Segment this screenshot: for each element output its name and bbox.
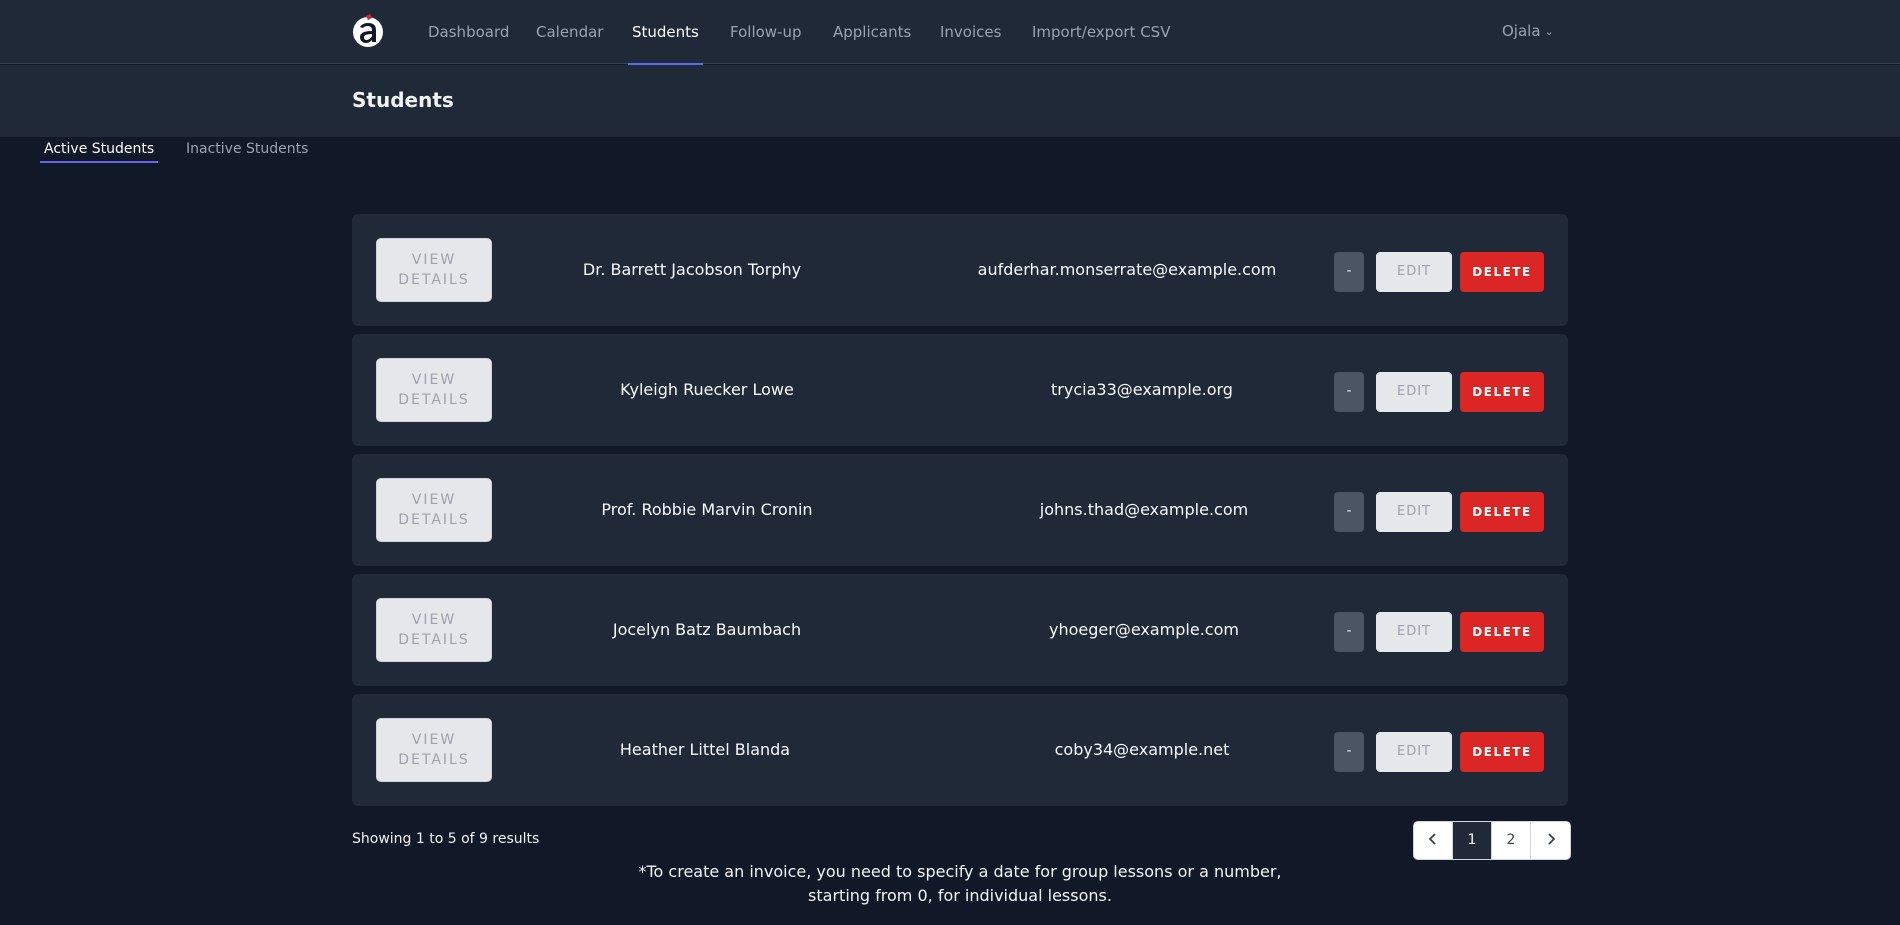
student-email: coby34@example.net	[1054, 740, 1230, 759]
tab-inactive-students[interactable]: Inactive Students	[182, 141, 312, 161]
chevron-right-icon	[1547, 833, 1555, 845]
nav-applicants[interactable]: Applicants	[833, 0, 911, 64]
status-button[interactable]: -	[1334, 372, 1364, 412]
student-email: aufderhar.monserrate@example.com	[977, 260, 1277, 279]
page-title: Students	[352, 88, 454, 112]
student-row: VIEW DETAILS Heather Littel Blanda coby34…	[352, 694, 1568, 806]
chevron-left-icon	[1428, 833, 1436, 845]
nav-calendar[interactable]: Calendar	[536, 0, 603, 64]
nav-invoices[interactable]: Invoices	[940, 0, 1001, 64]
edit-button[interactable]: EDIT	[1376, 252, 1452, 292]
invoice-note: *To create an invoice, you need to speci…	[620, 860, 1300, 908]
status-button[interactable]: -	[1334, 732, 1364, 772]
view-details-label: VIEW	[411, 372, 457, 388]
nav-dashboard[interactable]: Dashboard	[428, 0, 509, 64]
view-details-label: VIEW	[411, 252, 457, 268]
edit-button[interactable]: EDIT	[1376, 372, 1452, 412]
nav-import-export-csv[interactable]: Import/export CSV	[1032, 0, 1170, 64]
student-name: Heather Littel Blanda	[619, 740, 791, 759]
user-menu[interactable]: Ojala ⌄	[1502, 0, 1554, 64]
view-details-button[interactable]: VIEW DETAILS	[376, 238, 492, 302]
invoice-note-line: starting from 0, for individual lessons.	[808, 886, 1112, 905]
view-details-button[interactable]: VIEW DETAILS	[376, 358, 492, 422]
student-email: yhoeger@example.com	[1049, 620, 1239, 639]
tab-active-students[interactable]: Active Students	[40, 141, 159, 163]
delete-button[interactable]: DELETE	[1460, 372, 1544, 412]
page-header: Students	[0, 65, 1900, 137]
invoice-note-line: *To create an invoice, you need to speci…	[638, 862, 1282, 881]
student-name: Prof. Robbie Marvin Cronin	[601, 500, 813, 519]
page-1-button[interactable]: 1	[1453, 822, 1492, 859]
nav-students[interactable]: Students	[628, 0, 703, 65]
delete-button[interactable]: DELETE	[1460, 252, 1544, 292]
student-email: johns.thad@example.com	[1039, 500, 1249, 519]
user-name: Ojala	[1502, 22, 1541, 40]
view-details-label: VIEW	[411, 732, 457, 748]
view-details-button[interactable]: VIEW DETAILS	[376, 718, 492, 782]
results-summary: Showing 1 to 5 of 9 results	[352, 831, 540, 847]
app-logo-icon[interactable]	[352, 14, 384, 48]
view-details-label: VIEW	[411, 612, 457, 628]
nav-follow-up[interactable]: Follow-up	[730, 0, 802, 64]
delete-button[interactable]: DELETE	[1460, 732, 1544, 772]
view-details-label: DETAILS	[398, 512, 470, 528]
edit-button[interactable]: EDIT	[1376, 492, 1452, 532]
status-button[interactable]: -	[1334, 612, 1364, 652]
pagination: 1 2	[1413, 821, 1571, 860]
nav-students-label: Students	[632, 23, 699, 41]
previous-page-button[interactable]	[1414, 822, 1453, 859]
student-row: VIEW DETAILS Kyleigh Ruecker Lowe trycia3…	[352, 334, 1568, 446]
student-email: trycia33@example.org	[1051, 380, 1233, 399]
next-page-button[interactable]	[1531, 822, 1570, 859]
status-button[interactable]: -	[1334, 252, 1364, 292]
student-name: Kyleigh Ruecker Lowe	[620, 380, 794, 399]
student-row: VIEW DETAILS Prof. Robbie Marvin Cronin j…	[352, 454, 1568, 566]
delete-button[interactable]: DELETE	[1460, 612, 1544, 652]
status-button[interactable]: -	[1334, 492, 1364, 532]
view-details-label: DETAILS	[398, 752, 470, 768]
student-row: VIEW DETAILS Dr. Barrett Jacobson Torphy …	[352, 214, 1568, 326]
edit-button[interactable]: EDIT	[1376, 612, 1452, 652]
view-details-label: DETAILS	[398, 392, 470, 408]
top-navbar: Dashboard Calendar Students Follow-up Ap…	[0, 0, 1900, 65]
delete-button[interactable]: DELETE	[1460, 492, 1544, 532]
chevron-down-icon: ⌄	[1544, 25, 1554, 38]
view-details-button[interactable]: VIEW DETAILS	[376, 478, 492, 542]
view-details-label: DETAILS	[398, 272, 470, 288]
view-details-label: VIEW	[411, 492, 457, 508]
page-2-button[interactable]: 2	[1492, 822, 1531, 859]
student-name: Jocelyn Batz Baumbach	[612, 620, 802, 639]
view-details-button[interactable]: VIEW DETAILS	[376, 598, 492, 662]
student-row: VIEW DETAILS Jocelyn Batz Baumbach yhoege…	[352, 574, 1568, 686]
student-name: Dr. Barrett Jacobson Torphy	[582, 260, 802, 279]
edit-button[interactable]: EDIT	[1376, 732, 1452, 772]
view-details-label: DETAILS	[398, 632, 470, 648]
